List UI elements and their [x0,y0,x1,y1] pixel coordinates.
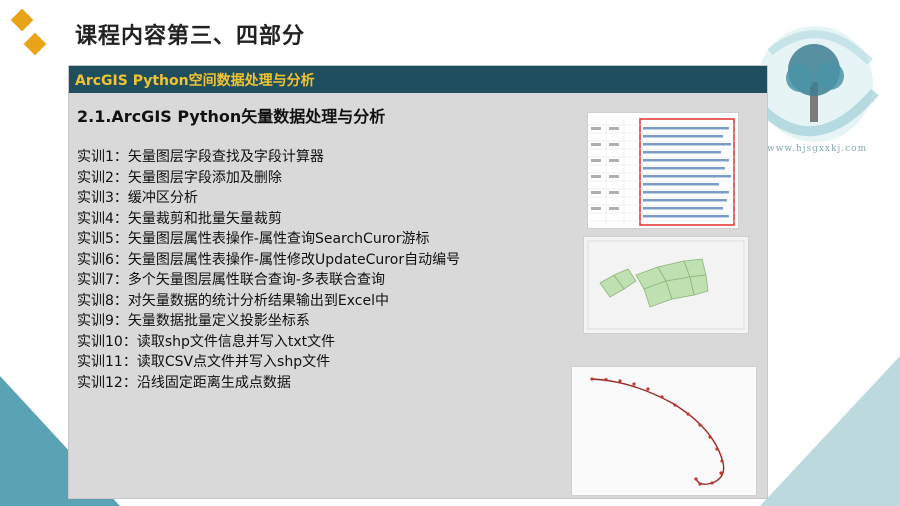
diamond-icon [23,32,47,56]
page-title: 课程内容第三、四部分 [75,24,306,49]
list-item: 实训3：缓冲区分析 [77,190,198,206]
list-item: 实训11：读取CSV点文件并写入shp文件 [77,354,331,370]
list-item: 实训4：矢量裁剪和批量矢量裁剪 [77,210,282,227]
list-item: 实训6：矢量图层属性表操作-属性修改UpdateCuror自动编号 [77,251,461,268]
logo-url: www.hjsgxxkj.com [767,144,868,154]
training-list: 实训1：矢量图层字段查找及字段计算器 实训2：矢量图层字段添加及删除 实训3：缓… [77,147,460,393]
list-item: 实训8：对矢量数据的统计分析结果输出到Excel中 [77,292,389,309]
list-item: 实训12：沿线固定距离生成点数据 [77,374,291,391]
list-item: 实训1：矢量图层字段查找及字段计算器 [77,149,324,165]
subheading: 2.1.ArcGIS Python矢量数据处理与分析 [77,107,386,126]
attribute-table-thumbnail [587,112,739,229]
content-panel: ArcGIS Python空间数据处理与分析 2.1.ArcGIS Python… [68,65,768,499]
section-bar: ArcGIS Python空间数据处理与分析 [69,66,767,93]
list-item: 实训10：读取shp文件信息并写入txt文件 [77,333,336,350]
corner-decoration-right [760,356,900,506]
section-label: ArcGIS Python空间数据处理与分析 [75,73,315,89]
list-item: 实训7：多个矢量图层属性联合查询-多表联合查询 [77,272,385,288]
list-item: 实训9：矢量数据批量定义投影坐标系 [77,313,310,329]
list-item: 实训2：矢量图层字段添加及删除 [77,169,282,186]
list-item: 实训5：矢量图层属性表操作-属性查询SearchCuror游标 [77,231,430,247]
line-points-map-thumbnail [571,366,757,496]
diamond-icon [10,8,34,32]
polygon-map-thumbnail [583,236,749,334]
